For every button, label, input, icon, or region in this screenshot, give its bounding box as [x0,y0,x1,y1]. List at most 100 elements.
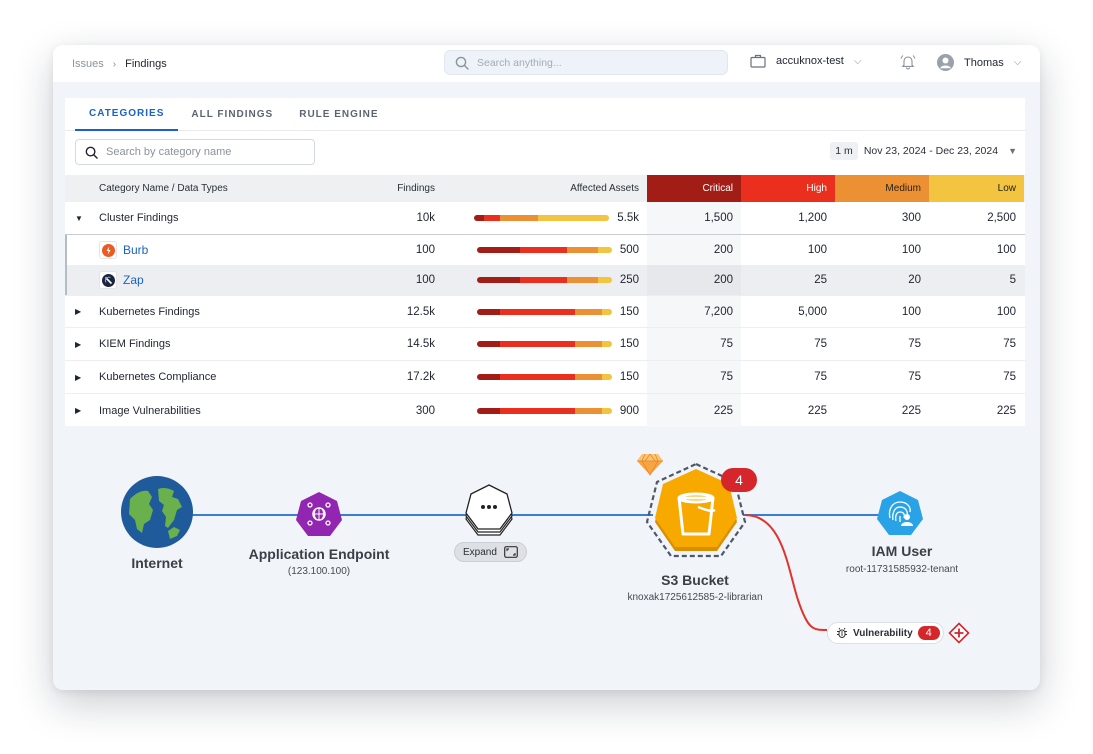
assets-count: 500 [619,244,639,256]
table-row-child[interactable]: Burb 100 500 200 100 100 100 [65,235,1025,265]
chevron-down-icon: ⌵ [853,55,862,67]
tab-bar: CATEGORIES ALL FINDINGS RULE ENGINE [65,98,1025,131]
severity-segment-critical [476,247,520,253]
expand-button[interactable]: Expand [454,542,527,562]
table-row[interactable]: ▶ KIEM Findings 14.5k 150 75 75 75 75 [65,328,1025,361]
severity-segment-low [537,215,610,221]
severity-bar [476,247,612,253]
medium-count: 75 [908,371,921,383]
breadcrumb-issues[interactable]: Issues [72,58,104,70]
severity-segment-high [499,374,576,380]
table-row[interactable]: ▶ Image Vulnerabilities 300 900 225 225 … [65,394,1025,427]
low-count: 5 [1009,274,1016,286]
caret-down-icon[interactable]: ▼ [75,214,91,223]
severity-bar [476,308,612,315]
tool-link-burb[interactable]: Burb [123,243,148,257]
severity-segment-critical [476,277,520,283]
caret-right-icon[interactable]: ▶ [75,373,91,382]
notifications-button[interactable] [899,54,917,75]
global-search-input[interactable] [477,56,697,69]
collapsed-group-icon[interactable] [463,483,515,541]
tab-all-findings[interactable]: ALL FINDINGS [178,98,286,131]
expand-label: Expand [463,546,497,558]
col-header-low[interactable]: Low [929,175,1024,202]
tab-categories[interactable]: CATEGORIES [75,98,179,131]
search-icon [455,56,469,70]
vulnerability-pill[interactable]: Vulnerability 4 [827,622,944,644]
col-header-critical[interactable]: Critical [647,175,741,202]
caret-right-icon[interactable]: ▶ [75,307,91,316]
table-row[interactable]: ▶ Kubernetes Findings 12.5k 150 7,200 5,… [65,295,1025,328]
globe-icon[interactable] [120,475,194,549]
high-count: 1,200 [798,212,827,224]
range-chip[interactable]: 1 m [830,142,858,160]
caret-right-icon[interactable]: ▶ [75,406,91,415]
severity-segment-medium [499,215,538,221]
node-label-endpoint: Application Endpoint [248,546,390,562]
col-header-high[interactable]: High [741,175,835,202]
severity-bar [476,341,612,347]
add-risk-icon[interactable] [948,622,970,644]
medium-count: 100 [901,244,921,256]
severity-bar [474,215,610,221]
category-name: Kubernetes Compliance [99,371,217,383]
assets-count: 5.5k [617,212,639,224]
col-header-findings[interactable]: Findings [365,175,435,202]
severity-bar [476,374,612,380]
high-count: 100 [807,244,827,256]
category-search-input[interactable] [106,146,306,158]
tab-rule-engine[interactable]: RULE ENGINE [286,98,391,131]
table-row[interactable]: ▼ Cluster Findings 10k 5.5k 1,500 1,200 … [65,202,1025,235]
endpoint-icon[interactable] [295,491,343,539]
severity-segment-high [520,277,568,283]
expand-icon [504,546,518,558]
low-count: 2,500 [987,212,1016,224]
tenant-name: accuknox-test [776,55,844,67]
low-count: 75 [1003,371,1016,383]
severity-segment-critical [476,407,500,414]
burp-icon [99,241,117,259]
assets-count: 150 [619,305,639,318]
severity-bar [476,277,612,283]
critical-count: 1,500 [647,202,741,234]
medium-count: 300 [901,212,921,224]
critical-count: 200 [647,235,741,265]
breadcrumb-findings: Findings [125,58,167,70]
node-sub-iam: root-11731585932-tenant [845,564,959,575]
node-label-iam: IAM User [871,543,933,559]
caret-right-icon[interactable]: ▶ [75,340,91,349]
bucket-issue-badge[interactable]: 4 [721,468,757,492]
global-search[interactable] [444,50,728,75]
findings-count: 300 [415,404,435,417]
date-range-picker[interactable]: 1 m Nov 23, 2024 - Dec 23, 2024 ▼ [830,142,1017,160]
zap-icon [99,271,117,289]
critical-count: 225 [647,394,741,427]
critical-count: 7,200 [647,296,741,327]
category-search[interactable] [75,139,315,165]
severity-segment-critical [476,374,500,380]
tenant-selector[interactable]: accuknox-test ⌵ [750,54,861,68]
findings-count: 100 [415,244,435,256]
severity-segment-high [483,215,500,221]
bell-icon [900,55,916,70]
user-menu[interactable]: Thomas ⌵ [937,54,1021,71]
severity-segment-medium [575,308,603,315]
critical-count: 75 [647,361,741,393]
low-count: 100 [996,244,1016,256]
edge-endpoint-bucket [523,514,653,516]
iam-user-icon[interactable] [876,490,924,538]
tool-link-zap[interactable]: Zap [123,273,144,287]
table-row[interactable]: ▶ Kubernetes Compliance 17.2k 150 75 75 … [65,361,1025,394]
severity-segment-critical [474,215,484,221]
low-count: 75 [1003,338,1016,350]
assets-count: 900 [619,404,639,417]
severity-segment-high [499,341,576,347]
severity-bar [476,407,612,414]
severity-segment-critical [476,308,500,315]
col-header-medium[interactable]: Medium [835,175,929,202]
col-header-assets[interactable]: Affected Assets [435,175,647,202]
table-row-child[interactable]: Zap 100 250 200 25 20 5 [65,265,1025,295]
findings-count: 10k [416,212,435,224]
chevron-down-icon: ⌵ [1013,57,1022,68]
severity-segment-medium [575,374,603,380]
